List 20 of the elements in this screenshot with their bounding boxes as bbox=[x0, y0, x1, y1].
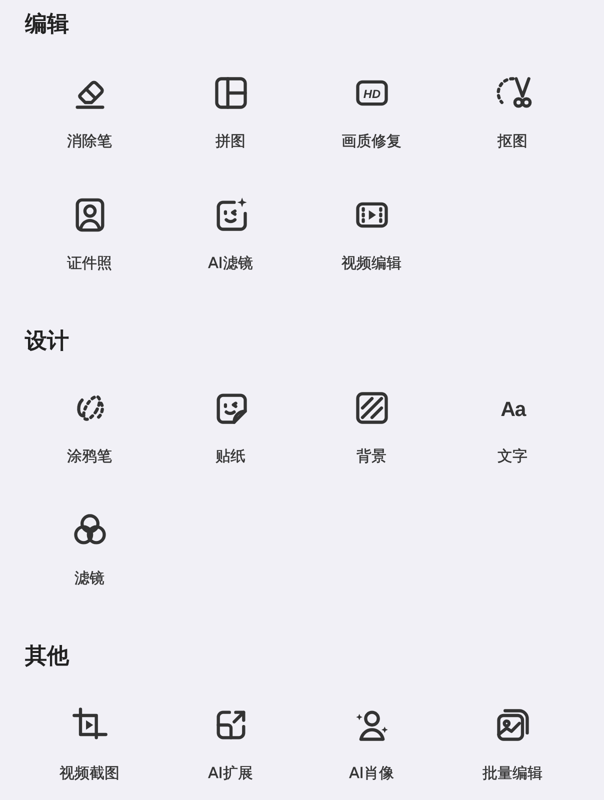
tool-button[interactable]: 视频编辑 bbox=[301, 196, 442, 274]
tool-button[interactable]: 拼图 bbox=[160, 74, 301, 152]
tool-button[interactable]: 消除笔 bbox=[19, 74, 160, 152]
tool-button[interactable]: 贴纸 bbox=[160, 389, 301, 467]
text-icon: Aa bbox=[494, 389, 532, 427]
section-title: 编辑 bbox=[25, 11, 70, 39]
tool-button[interactable]: 证件照 bbox=[19, 196, 160, 274]
section-title: 其他 bbox=[25, 643, 70, 671]
tool-button[interactable]: 抠图 bbox=[442, 74, 583, 152]
tool-button[interactable]: 批量编辑 bbox=[442, 706, 583, 784]
section-title: 设计 bbox=[25, 328, 70, 356]
tool-button[interactable]: 滤镜 bbox=[19, 511, 160, 589]
tool-button[interactable]: 视频截图 bbox=[19, 706, 160, 784]
tool-button[interactable]: AI扩展 bbox=[160, 706, 301, 784]
tool-button[interactable]: 涂鸦笔 bbox=[19, 389, 160, 467]
tool-button[interactable]: 背景 bbox=[301, 389, 442, 467]
tool-button[interactable]: AI滤镜 bbox=[160, 196, 301, 274]
tool-button[interactable]: Aa 文字 bbox=[442, 389, 583, 467]
tool-button[interactable]: AI肖像 bbox=[301, 706, 442, 784]
tool-button[interactable]: HD 画质修复 bbox=[301, 74, 442, 152]
